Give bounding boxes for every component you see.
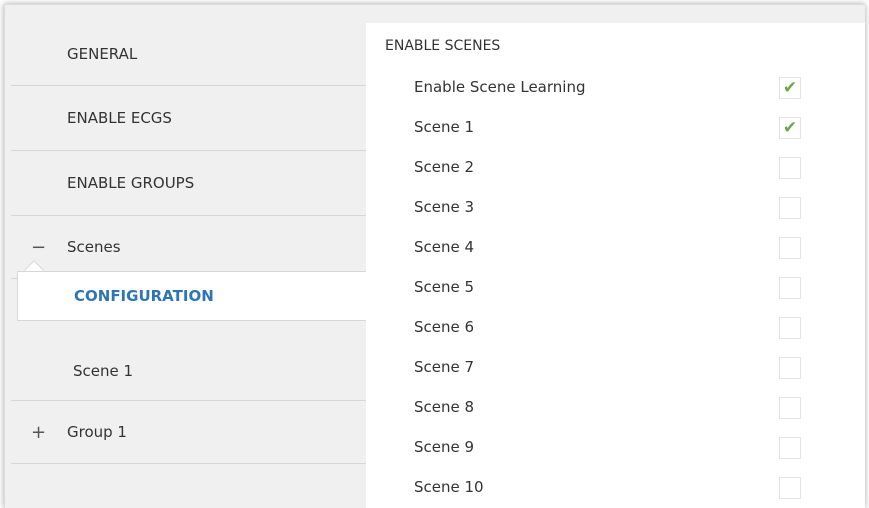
scene-6-checkbox[interactable] — [779, 317, 801, 339]
sidebar: GENERAL ENABLE ECGS ENABLE GROUPS − Scen… — [11, 23, 366, 508]
sidebar-item-group-1[interactable]: + Group 1 — [11, 401, 366, 464]
option-row-scene-10: Scene 10 — [366, 468, 865, 508]
sidebar-item-general[interactable]: GENERAL — [11, 23, 366, 86]
option-label: Scene 6 — [414, 318, 475, 336]
sidebar-item-label: Scene 1 — [73, 361, 134, 380]
option-row-scene-6: Scene 6 — [366, 308, 865, 348]
checkmark-icon: ✔ — [782, 117, 798, 138]
scene-7-checkbox[interactable] — [779, 357, 801, 379]
sidebar-item-scene-1[interactable]: Scene 1 — [11, 341, 366, 401]
sidebar-item-label: Scenes — [67, 238, 121, 256]
sidebar-item-enable-groups[interactable]: ENABLE GROUPS — [11, 151, 366, 216]
sidebar-item-scenes[interactable]: − Scenes — [11, 216, 366, 279]
option-row-scene-1: Scene 1 ✔ — [366, 108, 865, 148]
option-row-scene-9: Scene 9 — [366, 428, 865, 468]
option-row-scene-7: Scene 7 — [366, 348, 865, 388]
scene-8-checkbox[interactable] — [779, 397, 801, 419]
sidebar-item-label: CONFIGURATION — [74, 287, 214, 305]
option-label: Scene 1 — [414, 118, 475, 136]
option-label: Scene 2 — [414, 158, 475, 176]
scene-4-checkbox[interactable] — [779, 237, 801, 259]
sidebar-item-configuration[interactable]: CONFIGURATION — [17, 271, 375, 321]
scene-2-checkbox[interactable] — [779, 157, 801, 179]
option-label: Scene 4 — [414, 238, 475, 256]
scene-3-checkbox[interactable] — [779, 197, 801, 219]
option-label: Enable Scene Learning — [414, 78, 586, 96]
scene-1-checkbox[interactable]: ✔ — [779, 117, 801, 139]
option-row-scene-4: Scene 4 — [366, 228, 865, 268]
option-label: Scene 3 — [414, 198, 475, 216]
scene-5-checkbox[interactable] — [779, 277, 801, 299]
plus-icon[interactable]: + — [31, 422, 46, 443]
option-label: Scene 5 — [414, 278, 475, 296]
sidebar-item-label: ENABLE ECGS — [67, 109, 172, 127]
minus-icon[interactable]: − — [31, 237, 46, 258]
sidebar-item-label: GENERAL — [67, 45, 138, 63]
option-row-scene-5: Scene 5 — [366, 268, 865, 308]
main-panel: ENABLE SCENES Enable Scene Learning ✔ Sc… — [366, 23, 865, 508]
option-label: Scene 8 — [414, 398, 475, 416]
scene-9-checkbox[interactable] — [779, 437, 801, 459]
sidebar-item-label: ENABLE GROUPS — [67, 174, 195, 192]
checkmark-icon: ✔ — [782, 77, 798, 98]
option-label: Scene 10 — [414, 478, 484, 496]
scene-10-checkbox[interactable] — [779, 477, 801, 499]
enable-scene-learning-checkbox[interactable]: ✔ — [779, 77, 801, 99]
section-title: ENABLE SCENES — [385, 38, 501, 54]
sidebar-item-enable-ecgs[interactable]: ENABLE ECGS — [11, 86, 366, 151]
option-row-enable-scene-learning: Enable Scene Learning ✔ — [366, 68, 865, 108]
option-row-scene-3: Scene 3 — [366, 188, 865, 228]
option-label: Scene 9 — [414, 438, 475, 456]
option-label: Scene 7 — [414, 358, 475, 376]
sidebar-item-label: Group 1 — [67, 423, 127, 441]
app-window: GENERAL ENABLE ECGS ENABLE GROUPS − Scen… — [4, 4, 865, 508]
option-row-scene-2: Scene 2 — [366, 148, 865, 188]
option-row-scene-8: Scene 8 — [366, 388, 865, 428]
